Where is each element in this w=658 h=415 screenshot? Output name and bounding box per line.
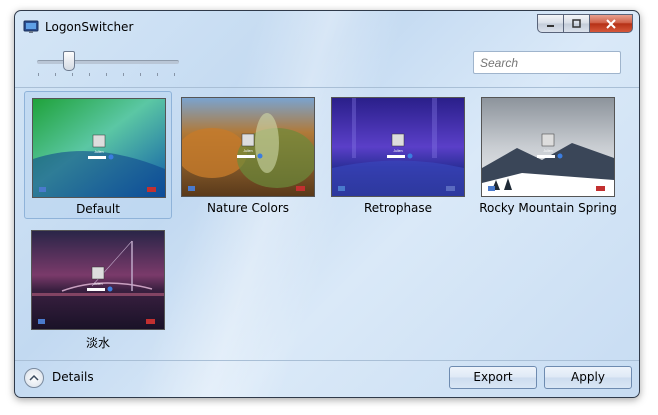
theme-thumbnail: Julien [181, 97, 315, 197]
maximize-icon [572, 19, 581, 28]
close-icon [606, 18, 616, 29]
export-button[interactable]: Export [449, 366, 537, 389]
title-bar[interactable]: LogonSwitcher [15, 11, 639, 41]
details-label[interactable]: Details [52, 370, 94, 384]
slider-tick [89, 73, 90, 76]
minimize-icon [547, 25, 554, 27]
thumbnail-username: Julien [393, 149, 402, 153]
theme-tile-retrophase[interactable]: Julien Retrophase [324, 91, 472, 219]
theme-tile-rocky-mountain-spring[interactable]: Julien Rocky Mountain Spring [474, 91, 622, 219]
minimize-button[interactable] [537, 14, 564, 33]
theme-label: Rocky Mountain Spring [479, 201, 617, 215]
slider-tick [123, 73, 124, 76]
theme-thumbnail: Julien [331, 97, 465, 197]
slider-track [37, 60, 179, 64]
theme-thumbnail: Julien [32, 98, 166, 198]
slider-tick [140, 73, 141, 76]
theme-thumbnail: Julien [31, 230, 165, 330]
theme-label: Nature Colors [206, 201, 290, 215]
thumbnail-username: Julien [543, 149, 552, 153]
theme-label: 淡水 [85, 336, 110, 350]
thumbnail-username: Julien [243, 149, 252, 153]
theme-tile-nature-colors[interactable]: Julien Nature Colors [174, 91, 322, 219]
thumbnail-username: Julien [93, 282, 102, 286]
theme-tile-tamsui[interactable]: Julien 淡水 [24, 224, 172, 352]
thumbnail-username: Julien [94, 150, 103, 154]
apply-button[interactable]: Apply [544, 366, 632, 389]
theme-label: Retrophase [363, 201, 433, 215]
slider-tick [157, 73, 158, 76]
theme-gallery: Julien Default Julien Nature Colors Juli… [15, 87, 639, 361]
details-toggle-button[interactable] [24, 368, 44, 388]
slider-tick [38, 73, 39, 76]
footer: Details Export Apply [15, 361, 639, 397]
maximize-button[interactable] [564, 14, 590, 33]
theme-label: Default [76, 202, 120, 216]
toolbar [15, 41, 639, 87]
slider-tick [174, 73, 175, 76]
search-input[interactable] [473, 51, 621, 74]
theme-tile-default[interactable]: Julien Default [24, 91, 172, 219]
monitor-icon [23, 20, 39, 33]
close-button[interactable] [590, 14, 633, 33]
chevron-up-icon [29, 374, 39, 381]
app-window: LogonSwitcher Search Julien Default Juli… [14, 10, 640, 398]
window-title: LogonSwitcher [45, 20, 134, 34]
zoom-slider[interactable] [37, 51, 179, 77]
caption-buttons [537, 14, 633, 33]
slider-thumb[interactable] [63, 51, 75, 71]
slider-tick [106, 73, 107, 76]
theme-thumbnail: Julien [481, 97, 615, 197]
slider-tick [72, 73, 73, 76]
slider-tick [55, 73, 56, 76]
